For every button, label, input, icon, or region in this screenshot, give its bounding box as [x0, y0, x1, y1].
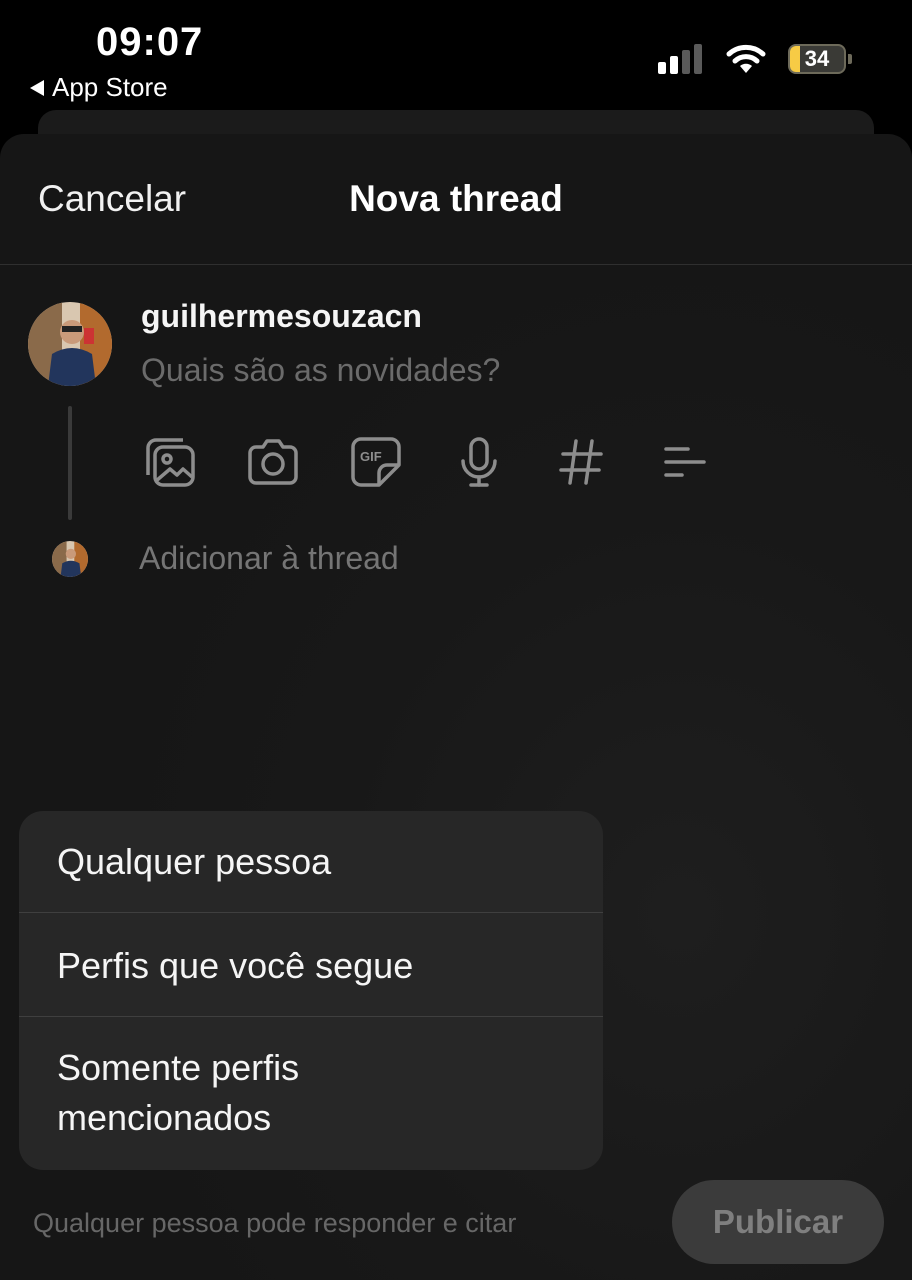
menu-item-anyone[interactable]: Qualquer pessoa — [19, 811, 603, 913]
menu-item-mentioned-only[interactable]: Somente perfis mencionados — [19, 1017, 603, 1170]
menu-item-profiles-you-follow[interactable]: Perfis que você segue — [19, 913, 603, 1017]
back-to-app-store-link[interactable]: App Store — [30, 72, 168, 103]
composer-toolbar: GIF — [141, 432, 759, 492]
reply-permission-menu: Qualquer pessoa Perfis que você segue So… — [19, 811, 603, 1170]
svg-text:GIF: GIF — [360, 449, 382, 464]
gif-button[interactable]: GIF — [347, 433, 405, 491]
add-to-thread-button[interactable]: Adicionar à thread — [139, 540, 399, 577]
battery-icon: 34 — [788, 44, 846, 74]
status-bar: 09:07 App Store 34 — [0, 0, 912, 110]
gallery-button[interactable] — [141, 433, 199, 491]
poll-icon — [664, 447, 706, 477]
back-arrow-icon — [30, 79, 44, 96]
camera-button[interactable] — [244, 433, 302, 491]
back-link-label: App Store — [52, 72, 168, 102]
avatar-small — [52, 541, 88, 577]
sheet-header: Cancelar Nova thread — [0, 134, 912, 265]
page-title: Nova thread — [349, 178, 563, 219]
gallery-icon — [146, 438, 195, 487]
hashtag-button[interactable] — [553, 433, 611, 491]
battery-tip — [848, 54, 852, 64]
cellular-signal-icon — [658, 44, 702, 74]
wifi-icon — [726, 44, 766, 73]
battery-level: 34 — [804, 46, 830, 71]
thread-text-input[interactable]: Quais são as novidades? — [141, 352, 500, 389]
new-thread-sheet: Cancelar Nova thread guilhermesouzacn Qu… — [0, 134, 912, 1280]
status-icons: 34 — [658, 44, 852, 74]
status-time: 09:07 — [96, 20, 204, 64]
camera-icon — [248, 439, 298, 485]
hashtag-icon — [559, 439, 603, 485]
audio-button[interactable] — [450, 433, 508, 491]
publish-button[interactable]: Publicar — [672, 1180, 884, 1264]
microphone-icon — [461, 437, 497, 487]
thread-line — [68, 406, 72, 520]
gif-icon: GIF — [351, 437, 401, 487]
reply-setting-button[interactable]: Qualquer pessoa pode responder e citar — [33, 1208, 516, 1239]
poll-button[interactable] — [656, 433, 714, 491]
avatar — [28, 302, 112, 386]
username: guilhermesouzacn — [141, 298, 422, 334]
